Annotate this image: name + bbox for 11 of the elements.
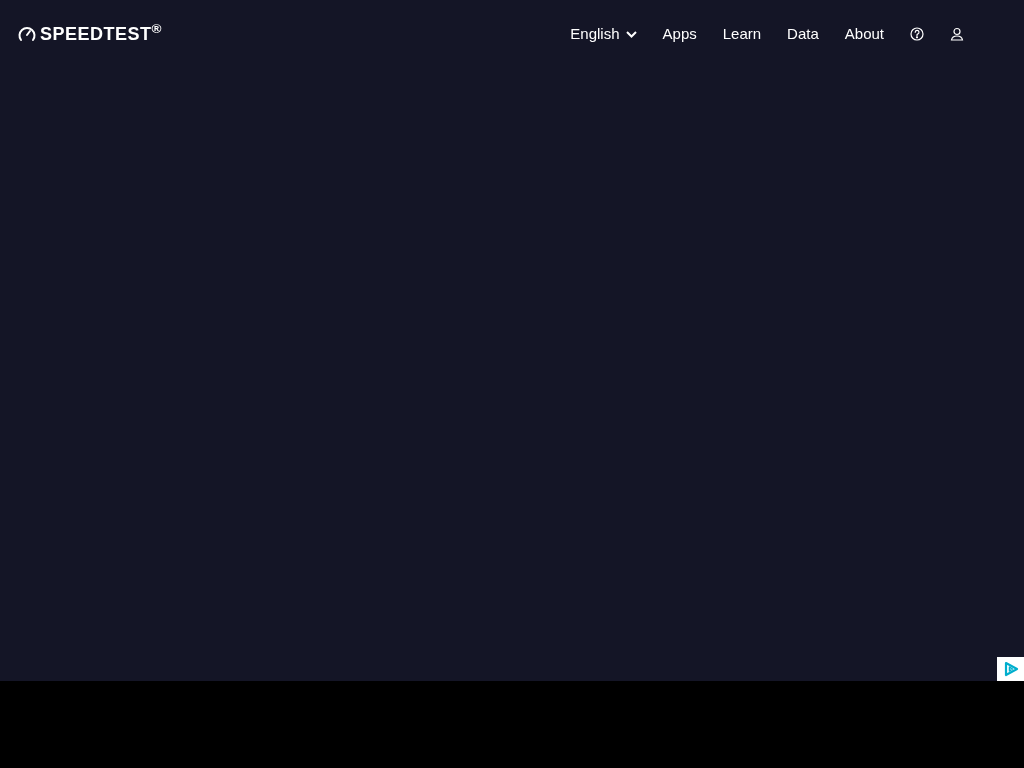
user-icon[interactable] (950, 27, 964, 41)
nav-link[interactable]: About (844, 22, 884, 46)
nav-link[interactable]: Apps (662, 22, 697, 46)
language-dropdown[interactable]: English (570, 22, 637, 46)
nav-link[interactable]: Data (787, 22, 819, 46)
gauge-logo-icon (18, 26, 36, 42)
logo-text[interactable]: SPEEDTEST$^{®}$ (40, 25, 162, 43)
chevron-down-icon (625, 30, 637, 38)
help-icon[interactable] (910, 27, 924, 41)
ad-choices-icon[interactable] (997, 657, 1024, 681)
nav-link[interactable]: Learn (722, 22, 762, 46)
